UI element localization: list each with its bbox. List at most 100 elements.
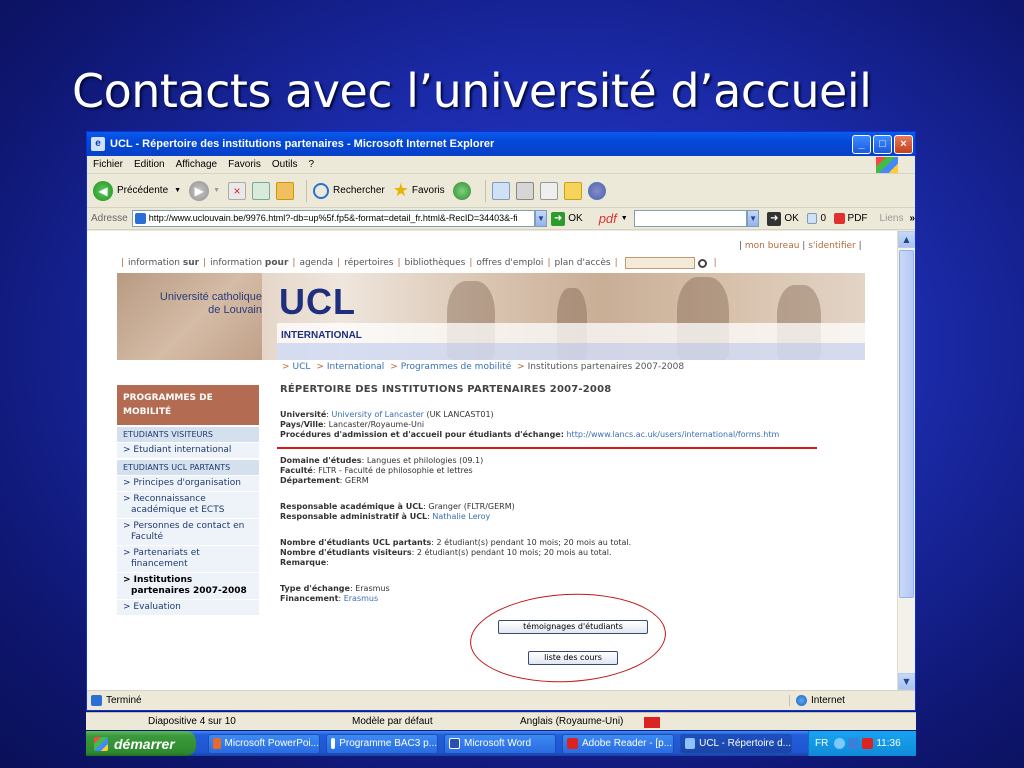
leftnav-section: ETUDIANTS VISITEURS — [117, 425, 259, 442]
home-icon[interactable] — [276, 181, 295, 200]
menu-edition[interactable]: Edition — [134, 159, 165, 170]
search-dropdown-icon[interactable]: ▼ — [746, 210, 760, 227]
tray-alert-icon[interactable] — [862, 738, 874, 749]
favorites-button[interactable]: ★ Favoris — [393, 180, 445, 201]
stop-icon[interactable]: × — [228, 181, 247, 200]
links-label[interactable]: Liens — [880, 213, 904, 224]
menu-favoris[interactable]: Favoris — [228, 159, 261, 170]
back-label: Précédente — [117, 185, 169, 196]
university-link[interactable]: University of Lancaster — [332, 410, 424, 419]
search-label: Rechercher — [333, 185, 385, 196]
leftnav-item[interactable]: > Personnes de contact en Faculté — [117, 518, 259, 545]
nav-offres-emploi[interactable]: offres d'emploi — [476, 258, 543, 268]
pdf-button[interactable]: PDF — [848, 213, 868, 224]
scroll-up-icon[interactable]: ▲ — [898, 231, 915, 248]
mon-bureau-link[interactable]: mon bureau — [745, 241, 800, 251]
chevron-right-icon[interactable]: » — [909, 213, 915, 224]
ie-window: e UCL - Répertoire des institutions part… — [86, 131, 916, 711]
section-title: INTERNATIONAL — [281, 330, 362, 341]
taskbar-ie[interactable]: UCL - Répertoire d... — [680, 733, 792, 754]
toolbar-search-input[interactable] — [633, 210, 747, 227]
spellcheck-icon[interactable] — [644, 717, 660, 728]
slide-title: Contacts avec l’université d’accueil — [72, 64, 872, 118]
search-button[interactable]: Rechercher — [313, 182, 385, 199]
menu-outils[interactable]: Outils — [272, 159, 298, 170]
scroll-thumb[interactable] — [899, 250, 914, 598]
menu-help[interactable]: ? — [308, 159, 314, 170]
back-button[interactable]: ◀ Précédente ▼ — [93, 180, 181, 201]
system-tray: FR 11:36 — [808, 731, 916, 756]
sidentifier-link[interactable]: s'identifier — [808, 241, 856, 251]
nav-repertoires[interactable]: répertoires — [344, 258, 393, 268]
menu-affichage[interactable]: Affichage — [176, 159, 218, 170]
responsable-link[interactable]: Nathalie Leroy — [432, 512, 490, 521]
go-button[interactable]: ➜ OK — [551, 211, 583, 226]
leftnav-item[interactable]: > Reconnaissance académique et ECTS — [117, 491, 259, 518]
leftnav-item[interactable]: > Principes d'organisation — [117, 475, 259, 491]
page-icon — [134, 213, 146, 224]
minimize-button[interactable]: _ — [852, 134, 871, 154]
vertical-scrollbar[interactable]: ▲ ▼ — [897, 231, 915, 690]
forward-button[interactable]: ▶ ▼ — [189, 180, 220, 201]
edit-icon[interactable] — [539, 181, 558, 200]
chevron-down-icon[interactable]: ▼ — [213, 187, 220, 194]
financement-link[interactable]: Erasmus — [344, 594, 378, 603]
pdf-icon — [834, 213, 845, 224]
folder-icon[interactable] — [563, 181, 582, 200]
language-indicator[interactable]: FR — [815, 738, 828, 749]
zone-text: Internet — [811, 695, 845, 706]
print-icon[interactable] — [515, 181, 534, 200]
window-titlebar[interactable]: e UCL - Répertoire des institutions part… — [87, 132, 915, 156]
pdf-toolbar-logo[interactable]: pdf — [599, 211, 617, 226]
refresh-icon[interactable] — [252, 181, 271, 200]
banner-band — [277, 323, 865, 343]
favorites-label: Favoris — [411, 185, 445, 196]
tray-app-icon[interactable] — [848, 738, 860, 749]
start-button[interactable]: démarrer — [86, 731, 196, 756]
page-done-icon — [91, 695, 102, 706]
taskbar-powerpoint[interactable]: Microsoft PowerPoi... — [208, 733, 320, 754]
university-name[interactable]: Université catholique de Louvain — [127, 291, 262, 317]
close-button[interactable]: × — [894, 134, 913, 154]
toolbar: ◀ Précédente ▼ ▶ ▼ × Rechercher ★ Favori… — [87, 174, 915, 208]
messenger-icon[interactable] — [587, 181, 606, 200]
leftnav-item[interactable]: > Partenariats et financement — [117, 545, 259, 572]
scroll-down-icon[interactable]: ▼ — [898, 673, 915, 690]
mail-icon[interactable] — [491, 181, 510, 200]
arrow-icon: ➜ — [767, 211, 782, 226]
site-search-input[interactable] — [624, 257, 695, 269]
breadcrumb-ucl[interactable]: UCL — [293, 362, 311, 372]
leftnav-item-active[interactable]: > Institutions partenaires 2007-2008 — [117, 572, 259, 599]
network-icon[interactable] — [834, 738, 846, 749]
history-icon[interactable] — [452, 181, 471, 200]
leftnav-item[interactable]: > Evaluation — [117, 599, 259, 615]
address-dropdown-icon[interactable]: ▼ — [534, 210, 548, 227]
popup-icon[interactable] — [806, 213, 818, 224]
address-label: Adresse — [91, 213, 128, 224]
procedures-link[interactable]: http://www.lancs.ac.uk/users/internation… — [566, 430, 779, 439]
taskbar-programme[interactable]: Programme BAC3 p... — [326, 733, 438, 754]
address-input[interactable]: http://www.uclouvain.be/9976.html?-db=up… — [131, 210, 535, 227]
search-go-icon[interactable] — [697, 258, 707, 268]
ok-button[interactable]: ➜ OK — [767, 211, 799, 226]
powerpoint-statusbar: Diapositive 4 sur 10 Modèle par défaut A… — [86, 712, 916, 730]
chevron-down-icon[interactable]: ▼ — [621, 215, 628, 222]
nav-plan-acces[interactable]: plan d'accès — [554, 258, 610, 268]
ucl-logo[interactable]: UCL — [279, 281, 356, 323]
breadcrumb: > UCL > International > Programmes de mobil… — [282, 362, 685, 372]
menu-fichier[interactable]: Fichier — [93, 159, 123, 170]
search-icon — [313, 182, 330, 199]
nav-agenda[interactable]: agenda — [299, 258, 333, 268]
chevron-down-icon[interactable]: ▼ — [174, 187, 181, 194]
taskbar-word[interactable]: Microsoft Word — [444, 733, 556, 754]
taskbar-adobe[interactable]: Adobe Reader - [p... — [562, 733, 674, 754]
leftnav-item[interactable]: > Etudiant international — [117, 442, 259, 458]
nav-information-sur[interactable]: information sur — [128, 258, 199, 268]
maximize-button[interactable]: □ — [873, 134, 892, 154]
breadcrumb-programmes[interactable]: Programmes de mobilité — [401, 362, 512, 372]
nav-bibliotheques[interactable]: bibliothèques — [405, 258, 466, 268]
nav-information-pour[interactable]: information pour — [210, 258, 288, 268]
leftnav-heading: PROGRAMMES DE MOBILITÉ — [117, 385, 259, 425]
toolbar-divider — [306, 179, 308, 202]
breadcrumb-international[interactable]: International — [327, 362, 384, 372]
